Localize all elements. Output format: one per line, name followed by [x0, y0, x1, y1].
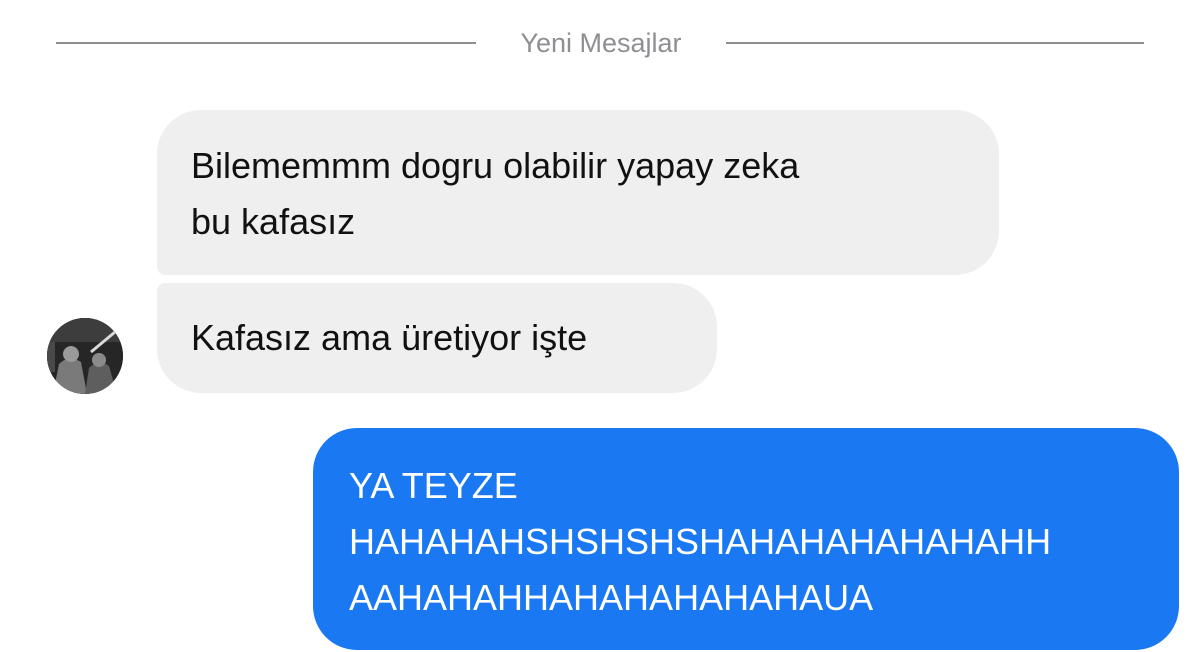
message-text-line: bu kafasız [191, 201, 356, 242]
message-text-line: Bilememmm dogru olabilir yapay zeka [191, 145, 800, 186]
avatar-photo-icon [47, 318, 123, 394]
message-text-line: AAHAHAHHAHAHAHAHAHAUA [349, 577, 874, 618]
message-text-line: HAHAHAHSHSHSHSHAHAHAHAHAHAHH [349, 521, 1052, 562]
contact-avatar[interactable] [47, 318, 123, 394]
divider-line-right [726, 42, 1144, 44]
message-text-line: YA TEYZE [349, 465, 518, 506]
new-messages-label: Yeni Mesajlar [520, 28, 682, 58]
incoming-message-bubble[interactable]: Kafasız ama üretiyor işte [157, 283, 717, 393]
divider-line-left [56, 42, 476, 44]
message-text-line: Kafasız ama üretiyor işte [191, 317, 588, 358]
outgoing-message-bubble[interactable]: YA TEYZE HAHAHAHSHSHSHSHAHAHAHAHAHAHH AA… [313, 428, 1179, 650]
incoming-message-bubble[interactable]: Bilememmm dogru olabilir yapay zeka bu k… [157, 110, 999, 275]
